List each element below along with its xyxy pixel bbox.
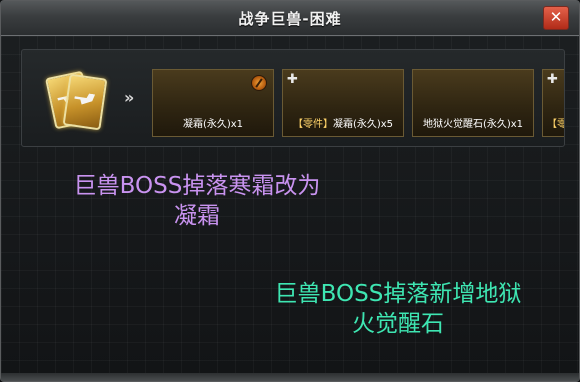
title-bar: 战争巨兽-困难 ✕	[1, 1, 579, 36]
puzzle-icon: ✚	[287, 72, 298, 87]
annotation-hellfire-stone: 巨兽BOSS掉落新增地狱 火觉醒石	[274, 281, 522, 337]
close-button[interactable]: ✕	[543, 6, 569, 30]
arrow-icon: »	[124, 88, 135, 107]
window-title: 战争巨兽-困难	[238, 10, 342, 28]
reward-label: 【零	[547, 119, 565, 130]
card-front-icon	[62, 73, 108, 131]
reward-slot[interactable]: 地狱火觉醒石(永久)x1	[412, 69, 534, 137]
reward-cards-icon	[44, 70, 108, 131]
reward-label: 【零件】凝霜(永久)x5	[292, 119, 394, 130]
reward-slot-partial[interactable]: ✚ 【零	[542, 69, 565, 137]
rune-icon	[251, 75, 267, 91]
reward-label: 地狱火觉醒石(永久)x1	[422, 119, 524, 130]
puzzle-icon: ✚	[547, 72, 558, 87]
reward-slot[interactable]: ✚ 【零件】凝霜(永久)x5	[282, 69, 404, 137]
reward-label: 凝霜(永久)x1	[182, 119, 244, 130]
annotation-frost-change: 巨兽BOSS掉落寒霜改为 凝霜	[73, 173, 321, 229]
battle-beast-window: 战争巨兽-困难 ✕ » 凝霜(永久)x1 ✚ 【零件】凝霜(永久)x5 地狱火觉…	[0, 0, 580, 382]
window-bottom-edge	[1, 373, 579, 381]
reward-strip: » 凝霜(永久)x1 ✚ 【零件】凝霜(永久)x5 地狱火觉醒石(永久)x1 ✚…	[21, 49, 565, 147]
reward-slot[interactable]: 凝霜(永久)x1	[152, 69, 274, 137]
